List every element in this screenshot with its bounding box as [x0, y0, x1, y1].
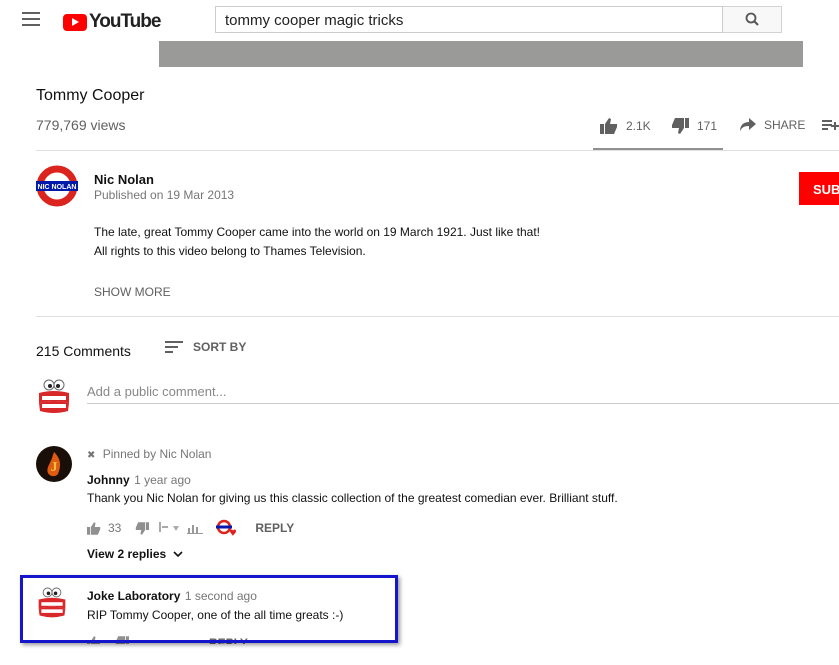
dislike-count: 171 — [697, 119, 718, 133]
add-comment-input[interactable]: Add a public comment... — [87, 384, 226, 399]
sort-options-icon[interactable] — [157, 522, 183, 534]
comment-author[interactable]: Johnny — [87, 473, 130, 487]
sort-by-label: SORT BY — [193, 340, 247, 354]
sort-by-button[interactable]: SORT BY — [165, 338, 246, 356]
stats-icon[interactable] — [187, 522, 204, 534]
channel-name[interactable]: Nic Nolan — [94, 172, 154, 187]
chevron-down-icon — [172, 551, 183, 558]
pinned-label: ✖ Pinned by Nic Nolan — [87, 447, 211, 461]
view-count: 779,769 views — [36, 117, 126, 133]
thumbs-down-icon[interactable] — [135, 521, 150, 535]
thumbs-up-icon — [600, 118, 617, 134]
play-icon — [63, 13, 87, 31]
comments-count: 215 Comments — [36, 343, 131, 359]
add-to-playlist-icon[interactable] — [822, 119, 839, 137]
thumbs-down-icon — [672, 118, 689, 134]
sort-icon — [165, 341, 183, 356]
comment-header: Johnny 1 year ago — [87, 471, 191, 489]
thumbs-up-icon[interactable] — [87, 521, 101, 535]
description-line: All rights to this video belong to Thame… — [94, 244, 366, 258]
youtube-logo[interactable]: YouTube — [63, 11, 161, 33]
subscribe-button[interactable]: SUBS — [799, 172, 839, 205]
search-input[interactable]: tommy cooper magic tricks — [215, 6, 723, 33]
description-line: The late, great Tommy Cooper came into t… — [94, 225, 541, 239]
channel-avatar[interactable]: NIC NOLAN — [36, 165, 78, 207]
highlight-box — [20, 575, 398, 643]
video-player[interactable] — [159, 41, 803, 67]
reply-button[interactable]: REPLY — [255, 521, 294, 535]
share-icon — [740, 118, 756, 131]
comment-time[interactable]: 1 year ago — [134, 473, 191, 487]
publish-date: Published on 19 Mar 2013 — [94, 188, 235, 202]
pinned-by-text: Pinned by Nic Nolan — [102, 447, 212, 461]
dislike-button[interactable]: 171 — [671, 118, 717, 134]
search-icon — [745, 12, 759, 26]
video-description: The late, great Tommy Cooper came into t… — [94, 223, 540, 261]
commenter-avatar[interactable]: J — [36, 446, 72, 482]
video-title: Tommy Cooper — [36, 87, 145, 104]
user-avatar — [36, 379, 72, 422]
comment-input-underline — [87, 403, 839, 404]
like-button[interactable]: 2.1K — [600, 118, 651, 134]
divider — [36, 316, 839, 317]
comment-like-count: 33 — [108, 521, 122, 535]
pin-icon: ✖ — [87, 450, 96, 461]
share-button[interactable]: SHARE — [740, 118, 805, 132]
show-more-button[interactable]: SHOW MORE — [94, 285, 171, 299]
view-replies-button[interactable]: View 2 replies — [87, 547, 183, 561]
comment-actions: 33 REPLY — [87, 519, 294, 537]
menu-icon[interactable] — [22, 12, 40, 26]
comment-text: Thank you Nic Nolan for giving us this c… — [87, 491, 618, 505]
divider — [36, 150, 839, 151]
share-label: SHARE — [764, 118, 806, 132]
youtube-logo-text: YouTube — [89, 11, 161, 32]
search-button[interactable] — [723, 6, 782, 33]
creator-heart-icon — [216, 519, 237, 536]
view-replies-label: View 2 replies — [87, 547, 167, 561]
like-count: 2.1K — [626, 119, 651, 133]
svg-text:J: J — [51, 460, 58, 475]
channel-logo-text: NIC NOLAN — [38, 184, 77, 191]
